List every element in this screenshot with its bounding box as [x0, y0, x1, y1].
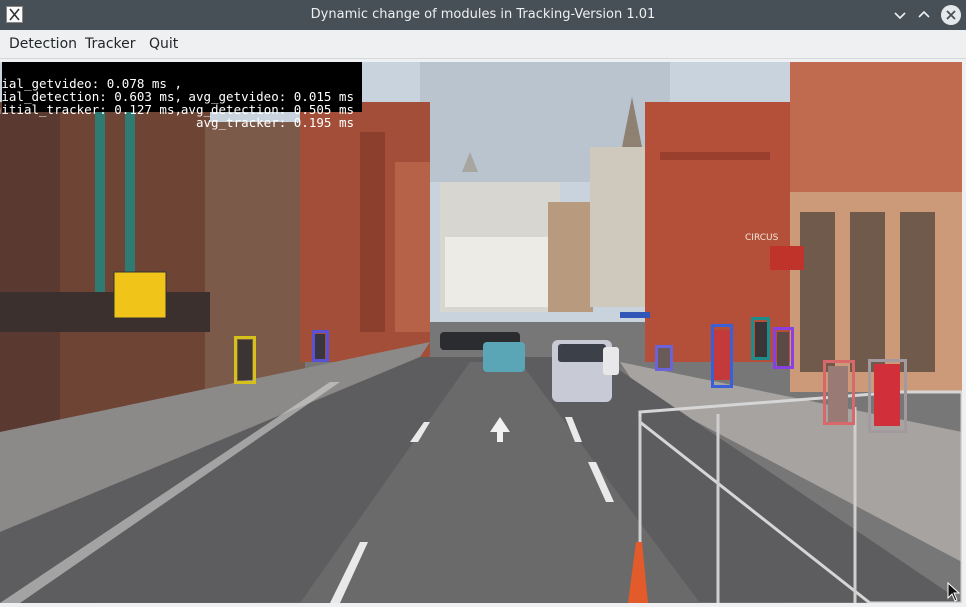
stats-row: initial_detection: 0.603 ms, avg_detecti… [0, 77, 362, 116]
close-icon[interactable] [941, 5, 961, 25]
detection-box [868, 359, 907, 433]
detection-box [655, 345, 673, 371]
detection-box [312, 330, 329, 362]
timing-stats-overlay: initial_getvideo: 0.078 ms , avg_getvide… [0, 62, 362, 129]
maximize-icon[interactable] [914, 5, 934, 25]
menu-quit[interactable]: Quit [148, 36, 179, 52]
shop-sign-text: CIRCUS [745, 233, 779, 243]
video-frame: CIRCUS ial_getvideo: 0.078 ms , avg_getv… [0, 62, 962, 603]
minimize-icon[interactable] [890, 5, 910, 25]
stats-row: initial_tracker: 0.127 ms, avg_tracker: … [0, 90, 362, 129]
stats-avg-tracker: avg_tracker: 0.195 ms [195, 115, 354, 130]
menu-tracker[interactable]: Tracker [84, 36, 137, 52]
window-titlebar: Dynamic change of modules in Tracking-Ve… [0, 0, 966, 30]
detection-box [823, 360, 855, 425]
menu-bar: Detection Tracker Quit [0, 30, 966, 59]
detection-box [773, 327, 794, 369]
stats-initial-tracker: initial_tracker: 0.127 ms, [0, 102, 182, 117]
window-title: Dynamic change of modules in Tracking-Ve… [310, 7, 656, 22]
detection-box [751, 317, 770, 360]
detection-box [711, 324, 733, 388]
menu-detection[interactable]: Detection [8, 36, 78, 52]
detection-box [234, 336, 256, 384]
street-scene: CIRCUS [0, 62, 962, 603]
stats-row: initial_getvideo: 0.078 ms , avg_getvide… [0, 64, 362, 103]
mouse-cursor-icon [947, 581, 961, 606]
